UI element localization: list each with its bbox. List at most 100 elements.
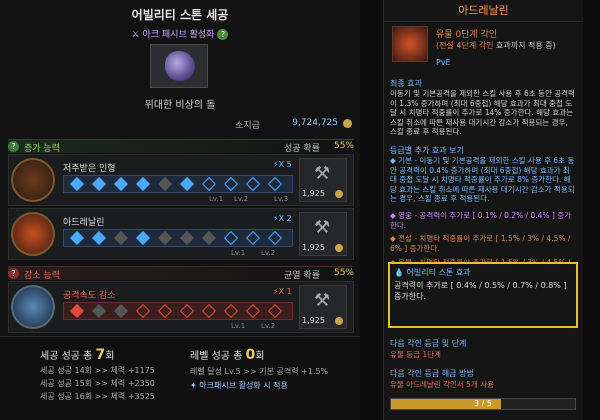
stone-effect-text: 공격력이 추가로 [ 0.4% / 0.5% / 0.7% / 0.8% ] 증… bbox=[394, 281, 567, 301]
stone-slot bbox=[150, 44, 208, 88]
ark-passive-icon: ⚔ bbox=[131, 30, 143, 40]
stone-effect-header: 💧 어빌리티 스톤 효과 bbox=[394, 268, 471, 277]
help-icon[interactable]: ? bbox=[217, 29, 229, 40]
basic-effect-text: ◆ 기본 - 이동기 및 기본공격을 제외한 스킬 사용 후 6초 동안 공격력… bbox=[390, 156, 575, 203]
facet-slot bbox=[201, 303, 217, 319]
facet-slot bbox=[157, 230, 173, 246]
cursed-doll-icon bbox=[11, 158, 55, 202]
facet-slot bbox=[91, 176, 107, 192]
legend-effect-text: ◆ 전설 - 치명타 적중률이 추가로 [ 1.5% / 3% / 4.5% /… bbox=[390, 234, 571, 253]
facet-slot bbox=[223, 303, 239, 319]
ability-stone-icon bbox=[165, 51, 195, 81]
engrave-sub: (전설 4단계 각인 효과까지 적용 중) bbox=[436, 41, 556, 50]
help-icon[interactable]: ? bbox=[8, 141, 19, 152]
level-marker: Lv.2 bbox=[234, 195, 249, 203]
gold-label: 소지금 bbox=[235, 121, 260, 131]
bonus-line: 세공 성공 14회 >> 체력 +1175 bbox=[40, 366, 155, 375]
facet-slot bbox=[135, 303, 151, 319]
cut-cost: 1,925 bbox=[302, 189, 325, 198]
pickaxe-icon: ⚒ bbox=[314, 217, 331, 238]
facet-slots bbox=[63, 302, 293, 320]
progress-text: 3 / 5 bbox=[474, 399, 492, 408]
facet-slots bbox=[63, 175, 293, 193]
attack-speed-icon bbox=[11, 285, 55, 329]
level-marker: Lv.2 bbox=[261, 249, 276, 257]
facet-slot bbox=[179, 230, 195, 246]
summary-panel: 세공 성공 총 7회 세공 성공 14회 >> 체력 +1175 세공 성공 1… bbox=[0, 336, 360, 420]
facet-slot bbox=[69, 176, 85, 192]
ability-row-cursed-doll: 저주받은 인형 ⚡X 5 Lv.1 Lv.2 Lv.3 ⚒ 1,925 bbox=[8, 154, 354, 206]
help-icon[interactable]: ? bbox=[8, 268, 19, 279]
level-marker: Lv.1 bbox=[231, 249, 246, 257]
pickaxe-icon: ⚒ bbox=[314, 290, 331, 311]
facet-slot bbox=[201, 230, 217, 246]
stone-name: 위대한 비상의 돌 bbox=[144, 100, 216, 111]
gold-value: 9,724,725 bbox=[292, 118, 338, 128]
facet-slot bbox=[245, 230, 261, 246]
multiplier: ⚡X 2 bbox=[273, 214, 292, 223]
facet-slot bbox=[135, 230, 151, 246]
cut-button-increase-1[interactable]: ⚒ 1,925 bbox=[299, 158, 347, 202]
success-total: 세공 성공 총 7회 bbox=[40, 347, 115, 363]
bonus-line: 세공 성공 16회 >> 체력 +3525 bbox=[40, 392, 155, 401]
multiplier: ⚡X 5 bbox=[273, 160, 292, 169]
success-rate-label: 성공 확률 bbox=[284, 144, 320, 154]
ability-name: 아드레날린 bbox=[63, 218, 105, 228]
adrenaline-icon bbox=[392, 26, 428, 62]
panel-title: 어빌리티 스톤 세공 bbox=[131, 8, 229, 22]
level-marker: Lv.2 bbox=[261, 322, 276, 330]
hero-effect-text: ◆ 영웅 - 공격력이 추가로 [ 0.1% / 0.2% / 0.4% ] 증… bbox=[390, 211, 572, 230]
facet-slot bbox=[135, 176, 151, 192]
pve-tag: PvE bbox=[436, 58, 451, 67]
unlock-value: 유물 아드레날린 각인서 5개 사용 bbox=[390, 380, 495, 389]
facet-slot bbox=[113, 176, 129, 192]
facet-slot bbox=[245, 303, 261, 319]
tooltip-title: 아드레날린 bbox=[384, 0, 583, 22]
gold-coin-icon bbox=[335, 317, 343, 325]
pickaxe-icon: ⚒ bbox=[314, 163, 331, 184]
final-effect-text: 이동기 및 기본공격을 제외한 스킬 사용 후 6초 동안 공격력이 1.3% … bbox=[390, 89, 575, 136]
facet-slot bbox=[91, 303, 107, 319]
facet-slot bbox=[157, 176, 173, 192]
facet-slot bbox=[69, 230, 85, 246]
level-marker: Lv.1 bbox=[209, 195, 224, 203]
level-marker: Lv.1 bbox=[231, 322, 246, 330]
next-grade-header: 다음 각인 등급 및 단계 bbox=[390, 339, 467, 348]
level-total: 레벨 성공 총 0회 bbox=[190, 347, 265, 363]
unlock-progress-bar: 3 / 5 bbox=[390, 398, 576, 410]
final-effect-header: 최종 효과 bbox=[390, 79, 422, 88]
cut-cost: 1,925 bbox=[302, 243, 325, 252]
decrease-header: ? 감소 능력 균열 확률 55% bbox=[8, 266, 354, 281]
cut-button-decrease-1[interactable]: ⚒ 1,925 bbox=[299, 285, 347, 329]
gold-coin-icon bbox=[335, 244, 343, 252]
level-marker: Lv.3 bbox=[274, 195, 289, 203]
next-grade-value: 유물 등급 1단계 bbox=[390, 350, 441, 359]
passive-note: ✦ 아크패시브 활성화 시 적용 bbox=[190, 381, 288, 390]
adrenaline-icon bbox=[11, 212, 55, 256]
crack-rate-value: 55% bbox=[333, 268, 354, 278]
ark-passive-label: 아크 패시브 활성화 bbox=[142, 30, 215, 40]
level-summary: 레벨 성공 총 0회 레벨 달성 Lv.5 >> 기본 공격력 +1.5% ✦ … bbox=[190, 347, 340, 391]
facet-slot bbox=[223, 230, 239, 246]
ability-row-adrenaline: 아드레날린 ⚡X 2 Lv.1 Lv.2 ⚒ 1,925 bbox=[8, 208, 354, 260]
facet-slot bbox=[69, 303, 85, 319]
cut-cost: 1,925 bbox=[302, 316, 325, 325]
facet-slot bbox=[113, 303, 129, 319]
facet-slot bbox=[267, 176, 283, 192]
success-rate-value: 55% bbox=[333, 141, 354, 151]
facet-slot bbox=[179, 303, 195, 319]
decrease-title: 감소 능력 bbox=[24, 271, 60, 281]
increase-title: 증가 능력 bbox=[24, 144, 60, 154]
facet-slot bbox=[245, 176, 261, 192]
ability-name: 공격속도 감소 bbox=[63, 291, 116, 301]
facet-slot bbox=[91, 230, 107, 246]
bonus-line: 세공 성공 15회 >> 체력 +2350 bbox=[40, 379, 155, 388]
facet-slot bbox=[113, 230, 129, 246]
ability-name: 저주받은 인형 bbox=[63, 164, 116, 174]
ark-passive-status: ⚔ 아크 패시브 활성화? bbox=[0, 27, 360, 40]
cut-button-increase-2[interactable]: ⚒ 1,925 bbox=[299, 212, 347, 256]
engrave-grade: 유물 0단계 각인 bbox=[436, 30, 498, 40]
success-summary: 세공 성공 총 7회 세공 성공 14회 >> 체력 +1175 세공 성공 1… bbox=[40, 347, 180, 402]
facet-slot bbox=[201, 176, 217, 192]
level-bonus-line: 레벨 달성 Lv.5 >> 기본 공격력 +1.5% bbox=[190, 367, 329, 376]
